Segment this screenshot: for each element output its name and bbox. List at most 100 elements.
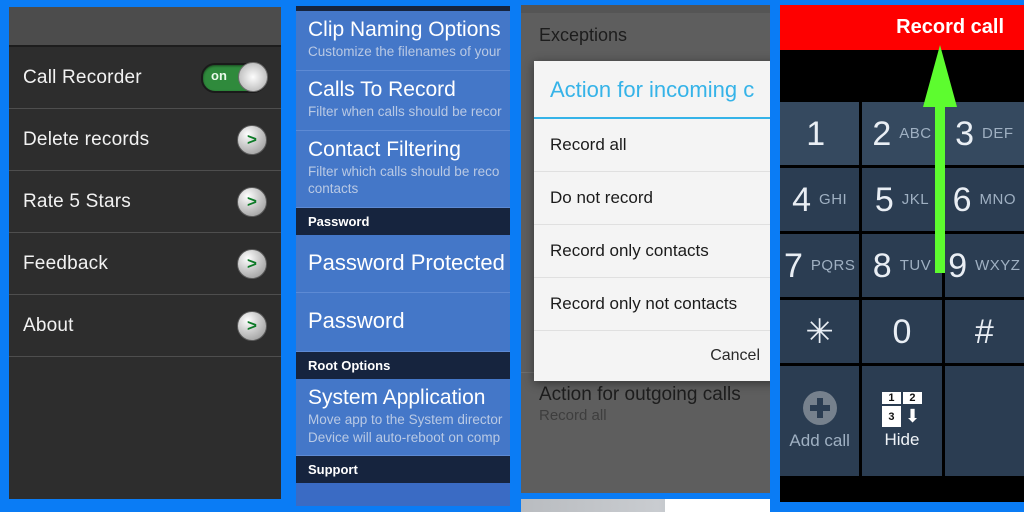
settings-row-call-recorder[interactable]: Call Recorder on [9, 47, 281, 109]
pref-subtitle: Filter when calls should be recor [308, 104, 502, 120]
hide-keypad-button[interactable]: 1 2 3 ⬇ Hide [862, 366, 942, 476]
key-letters: JKL [901, 191, 930, 208]
dial-key-star[interactable]: ✳ [780, 300, 860, 363]
panel3-top-edge [521, 5, 770, 13]
row-label: Rate 5 Stars [23, 190, 132, 212]
third-action-button[interactable] [944, 366, 1024, 476]
pref-subtitle: Filter which calls should be reco [308, 163, 500, 179]
pref-title: Calls To Record [308, 77, 456, 101]
key-letters: MNO [979, 191, 1017, 208]
record-call-label: Record call [896, 16, 1004, 38]
key-digit: ✳ [805, 312, 834, 351]
call-recorder-toggle[interactable]: on [201, 61, 268, 93]
action-bar [9, 7, 281, 47]
add-call-icon [802, 391, 837, 425]
key-digit: 4 [792, 180, 812, 219]
dial-key-1[interactable]: 1 [780, 102, 860, 165]
pref-title: System Application [308, 385, 486, 409]
key-digit: 9 [948, 246, 968, 285]
dialog-option-record-only-not-contacts[interactable]: Record only not contacts [534, 278, 770, 331]
hide-keypad-icon: 1 2 3 ⬇ [881, 392, 922, 427]
chevron-right-icon[interactable]: > [237, 248, 267, 279]
key-digit: 3 [955, 114, 975, 153]
key-letters: PQRS [810, 257, 856, 274]
dialog-option-do-not-record[interactable]: Do not record [534, 172, 770, 225]
dial-key-0[interactable]: 0 [862, 300, 942, 363]
dialog-option-record-only-contacts[interactable]: Record only contacts [534, 225, 770, 278]
add-call-button[interactable]: Add call [780, 366, 860, 476]
pref-subtitle: Move app to the System director [308, 412, 503, 428]
pref-password[interactable]: Password [296, 293, 510, 352]
dialog-title: Action for incoming c [534, 61, 770, 119]
hide-label: Hide [884, 430, 920, 449]
panel-calls-to-record: Exceptions Default Action for outgoing c… [516, 0, 775, 512]
screenshot-stage: Call Recorder on Delete records > Rate 5… [0, 0, 1024, 512]
dial-key-3[interactable]: 3 DEF [944, 102, 1024, 165]
pref-subtitle: Customize the filenames of your [308, 44, 501, 60]
row-label: Delete records [23, 128, 150, 150]
panel-preferences: Clip Naming Options Customize the filena… [290, 0, 516, 512]
dial-key-2[interactable]: 2 ABC [862, 102, 942, 165]
panel-main-settings: Call Recorder on Delete records > Rate 5… [0, 0, 290, 512]
empty-list-area [9, 357, 281, 499]
dial-key-5[interactable]: 5 JKL [862, 168, 942, 231]
settings-row-rate-5-stars[interactable]: Rate 5 Stars > [9, 171, 281, 233]
pref-password-protected[interactable]: Password Protected [296, 234, 510, 294]
settings-row-feedback[interactable]: Feedback > [9, 233, 281, 295]
row-label: About [23, 314, 74, 336]
toggle-state-label: on [211, 67, 227, 83]
dial-key-6[interactable]: 6 MNO [944, 168, 1024, 231]
pref-system-application[interactable]: System Application Move app to the Syste… [296, 378, 510, 457]
pref-subtitle-line2: contacts [308, 181, 359, 197]
panel2-screen: Clip Naming Options Customize the filena… [296, 6, 510, 506]
key-digit: 5 [874, 180, 894, 219]
dial-key-4[interactable]: 4 GHI [780, 168, 860, 231]
pref-calls-to-record[interactable]: Calls To Record Filter when calls should… [296, 70, 510, 131]
key-digit: 2 [872, 114, 892, 153]
key-digit: 0 [892, 312, 912, 351]
dial-key-7[interactable]: 7 PQRS [780, 234, 860, 297]
settings-row-delete-records[interactable]: Delete records > [9, 109, 281, 171]
add-call-label: Add call [789, 431, 850, 450]
pref-title: Password [308, 308, 405, 334]
hide-icon-key-1: 1 [881, 392, 901, 404]
bottom-banner[interactable] [521, 499, 770, 512]
action-for-incoming-calls-dialog: Action for incoming c Record all Do not … [534, 61, 770, 381]
section-header-exceptions: Exceptions [539, 25, 628, 45]
dialog-cancel-button[interactable]: Cancel [534, 331, 770, 381]
dial-key-8[interactable]: 8 TUV [862, 234, 942, 297]
list-item-action-outgoing-calls[interactable]: Action for outgoing calls Record all [521, 379, 770, 430]
chevron-right-icon[interactable]: > [237, 186, 267, 217]
pref-title: Clip Naming Options [308, 18, 501, 41]
key-digit: 1 [806, 114, 826, 153]
key-letters: ABC [899, 125, 932, 142]
key-digit: 7 [783, 246, 803, 285]
key-digit: 6 [952, 180, 972, 219]
dial-key-9[interactable]: 9 WXYZ [944, 234, 1024, 297]
hide-icon-key-2: 2 [902, 392, 922, 404]
pref-clip-naming-options[interactable]: Clip Naming Options Customize the filena… [296, 11, 510, 71]
chevron-right-icon[interactable]: > [237, 310, 267, 341]
key-digit: # [974, 312, 994, 351]
chevron-right-icon[interactable]: > [237, 124, 267, 155]
hide-icon-key-3: 3 [881, 406, 901, 427]
pref-contact-filtering[interactable]: Contact Filtering Filter which calls sho… [296, 130, 510, 208]
banner-segment [665, 499, 770, 512]
key-digit: 8 [872, 246, 892, 285]
dialog-option-record-all[interactable]: Record all [534, 119, 770, 172]
pref-title: Contact Filtering [308, 137, 461, 161]
dial-key-hash[interactable]: # [944, 300, 1024, 363]
dialpad: 1 2 ABC 3 DEF 4 GHI 5 JKL 6 MNO 7 PQRS 8… [780, 102, 1024, 476]
key-letters: GHI [819, 191, 848, 208]
row-label: Feedback [23, 252, 109, 274]
section-header-root-options: Root Options [296, 351, 510, 379]
row-label: Call Recorder [23, 66, 142, 88]
item-value: Record all [539, 407, 607, 425]
section-header-support: Support [296, 456, 510, 484]
panel1-screen: Call Recorder on Delete records > Rate 5… [9, 7, 281, 499]
down-arrow-icon: ⬇ [904, 406, 921, 426]
panel-dialer: Record call 1 2 ABC 3 DEF 4 GHI 5 JKL 6 … [775, 0, 1024, 512]
pref-subtitle-line2: Device will auto-reboot on comp [308, 429, 501, 445]
settings-row-about[interactable]: About > [9, 295, 281, 357]
record-call-banner[interactable]: Record call [780, 5, 1024, 50]
